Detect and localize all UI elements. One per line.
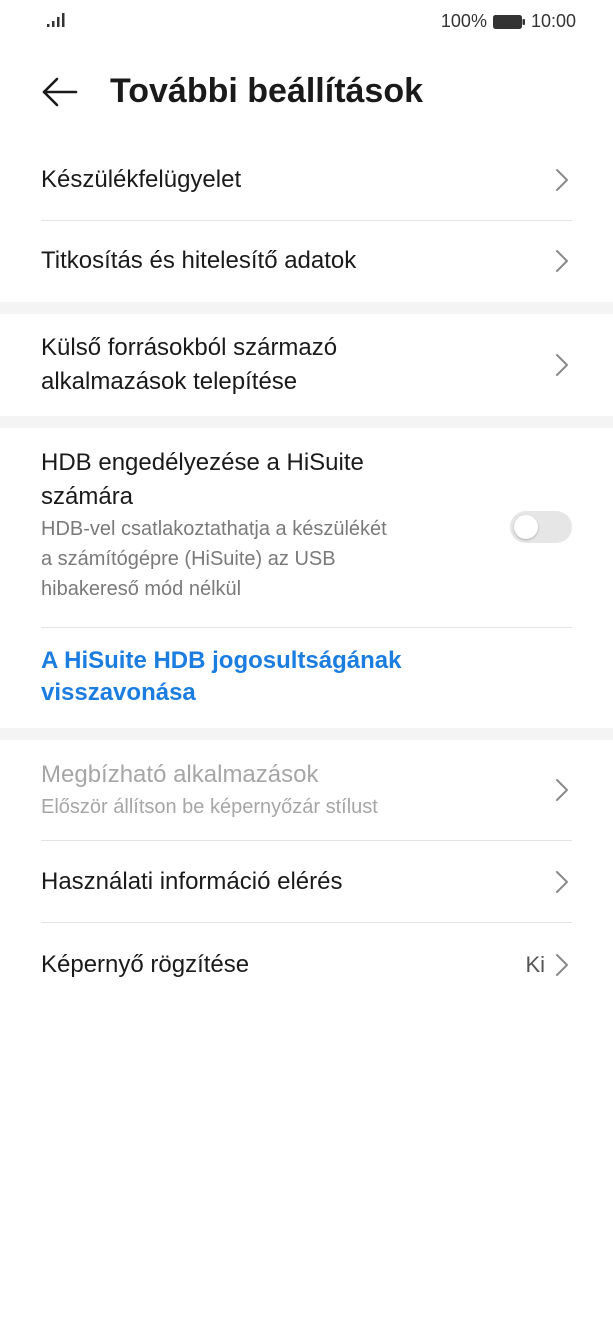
external-sources-title-line2: alkalmazások telepítése [41,368,298,395]
battery-icon [492,14,525,29]
chevron-right-icon [556,169,568,191]
usage-access-title: Használati információ elérés [41,867,343,895]
device-admin-title: Készülékfelügyelet [41,166,242,193]
chevron-right-icon [556,354,568,376]
device-admin-item[interactable]: Készülékfelügyelet [0,140,613,220]
usage-access-item[interactable]: Használati információ elérés [0,841,613,922]
trusted-apps-text: Megbízható alkalmazások Először állítson… [41,758,543,822]
external-sources-item[interactable]: Külső forrásokból származó alkalmazások … [0,314,613,416]
chevron-right-icon [556,779,568,801]
trusted-apps-title: Megbízható alkalmazások [41,761,319,788]
trusted-apps-subtitle: Először állítson be képernyőzár stílust [41,796,378,818]
revoke-hdb-line2: visszavonása [41,679,196,706]
external-sources-text: Külső forrásokból származó alkalmazások … [41,331,543,399]
battery-percent: 100% [440,11,487,31]
usage-access-text: Használati információ elérés [41,865,543,899]
encryption-text: Titkosítás és hitelesítő adatok [41,244,543,278]
hdb-subtitle-line2: a számítógépre (HiSuite) az USB [41,548,336,570]
chevron-right-icon [556,870,568,893]
clock: 10:00 [530,11,576,31]
toggle-knob [514,515,538,539]
device-admin-text: Készülékfelügyelet [41,163,543,197]
hdb-title-line2: számára [41,483,134,510]
section-gap [0,416,613,428]
chevron-right-icon [556,250,568,272]
revoke-hdb-text: A HiSuite HDB jogosultságának visszavoná… [41,645,543,709]
hdb-subtitle-line1: HDB-vel csatlakoztathatja a készülékét [41,518,387,540]
page-title: További beállítások [110,72,424,110]
back-arrow-icon[interactable] [40,76,78,108]
encryption-title: Titkosítás és hitelesítő adatok [41,247,357,274]
screen-pinning-title: Képernyő rögzítése [41,951,250,978]
section-gap [0,728,613,740]
chevron-right-icon [556,954,568,976]
section-gap [0,302,613,314]
app-header: További beállítások [0,60,613,124]
screen-pinning-item[interactable]: Képernyő rögzítése Ki [0,923,613,1007]
revoke-hdb-link[interactable]: A HiSuite HDB jogosultságának visszavoná… [0,628,613,726]
status-right: 100% 10:00 [441,11,576,32]
revoke-hdb-line1: A HiSuite HDB jogosultságának [41,647,402,674]
hdb-title-line1: HDB engedélyezése a HiSuite [41,449,364,476]
hdb-subtitle-line3: hibakereső mód nélkül [41,578,242,600]
encryption-item[interactable]: Titkosítás és hitelesítő adatok [0,221,613,301]
trusted-apps-item[interactable]: Megbízható alkalmazások Először állítson… [0,740,613,840]
hdb-toggle-item[interactable]: HDB engedélyezése a HiSuite számára HDB-… [0,428,613,626]
status-bar: 100% 10:00 [0,0,613,44]
screen-pinning-value: Ki [525,952,545,977]
external-sources-title-line1: Külső forrásokból származó [41,334,338,361]
hdb-toggle-switch[interactable] [510,511,572,543]
hdb-text: HDB engedélyezése a HiSuite számára HDB-… [41,446,483,604]
screen-pinning-text: Képernyő rögzítése [41,948,543,982]
signal-icon [47,13,65,27]
